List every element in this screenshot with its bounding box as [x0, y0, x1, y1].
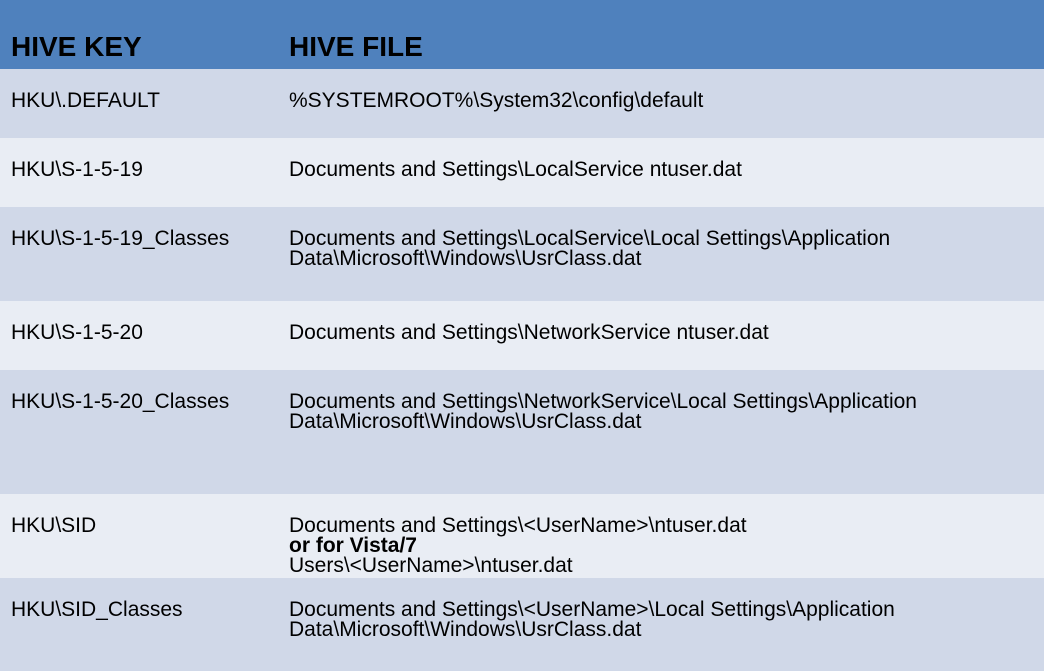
hive-key-cell: HKU\S-1-5-19	[11, 158, 143, 181]
hive-file-line: Documents and Settings\LocalService ntus…	[289, 158, 742, 181]
hive-file-note: or for Vista/7	[289, 534, 417, 557]
table-row: HKU\S-1-5-19_Classes Documents and Setti…	[0, 207, 1044, 301]
table-header: HIVE KEY HIVE FILE	[0, 0, 1044, 69]
hive-file-cell: Documents and Settings\NetworkService\Lo…	[289, 390, 917, 433]
table-row: HKU\S-1-5-20_Classes Documents and Setti…	[0, 370, 1044, 494]
hive-key-cell: HKU\SID	[11, 514, 97, 537]
hive-key-cell: HKU\SID_Classes	[11, 598, 183, 621]
hive-key-cell: HKU\S-1-5-20	[11, 321, 143, 344]
table-row: HKU\S-1-5-20 Documents and Settings\Netw…	[0, 301, 1044, 370]
hive-file-cell: Documents and Settings\LocalService\Loca…	[289, 227, 891, 270]
hive-file-cell: Documents and Settings\NetworkService nt…	[289, 321, 769, 344]
hive-file-line: %SYSTEMROOT%\System32\config\default	[289, 89, 704, 112]
hive-file-cell: Documents and Settings\LocalService ntus…	[289, 158, 742, 181]
hive-file-cell: %SYSTEMROOT%\System32\config\default	[289, 89, 704, 112]
hive-file-line: Data\Microsoft\Windows\UsrClass.dat	[289, 618, 642, 641]
hive-file-cell: Documents and Settings\<UserName>\Local …	[289, 598, 895, 641]
hive-file-line: Users\<UserName>\ntuser.dat	[289, 554, 573, 577]
table-row: HKU\S-1-5-19 Documents and Settings\Loca…	[0, 138, 1044, 207]
table-row: HKU\SID Documents and Settings\<UserName…	[0, 494, 1044, 578]
header-hive-key: HIVE KEY	[11, 31, 142, 62]
table-row: HKU\SID_Classes Documents and Settings\<…	[0, 578, 1044, 671]
table-row: HKU\.DEFAULT %SYSTEMROOT%\System32\confi…	[0, 69, 1044, 138]
hive-key-cell: HKU\.DEFAULT	[11, 89, 160, 112]
hive-table: HIVE KEY HIVE FILE HKU\.DEFAULT %SYSTEMR…	[0, 0, 1044, 671]
hive-file-line: Documents and Settings\NetworkService\Lo…	[289, 390, 917, 413]
hive-file-line: Documents and Settings\NetworkService nt…	[289, 321, 769, 344]
header-hive-file: HIVE FILE	[289, 31, 423, 62]
hive-key-cell: HKU\S-1-5-20_Classes	[11, 390, 230, 413]
hive-file-line: Documents and Settings\LocalService\Loca…	[289, 227, 891, 250]
hive-file-cell: Documents and Settings\<UserName>\ntuser…	[289, 514, 747, 577]
hive-file-line: Data\Microsoft\Windows\UsrClass.dat	[289, 247, 642, 270]
hive-file-line: Data\Microsoft\Windows\UsrClass.dat	[289, 410, 642, 433]
hive-key-cell: HKU\S-1-5-19_Classes	[11, 227, 230, 250]
hive-file-line: Documents and Settings\<UserName>\Local …	[289, 598, 895, 621]
hive-file-line: Documents and Settings\<UserName>\ntuser…	[289, 514, 747, 537]
